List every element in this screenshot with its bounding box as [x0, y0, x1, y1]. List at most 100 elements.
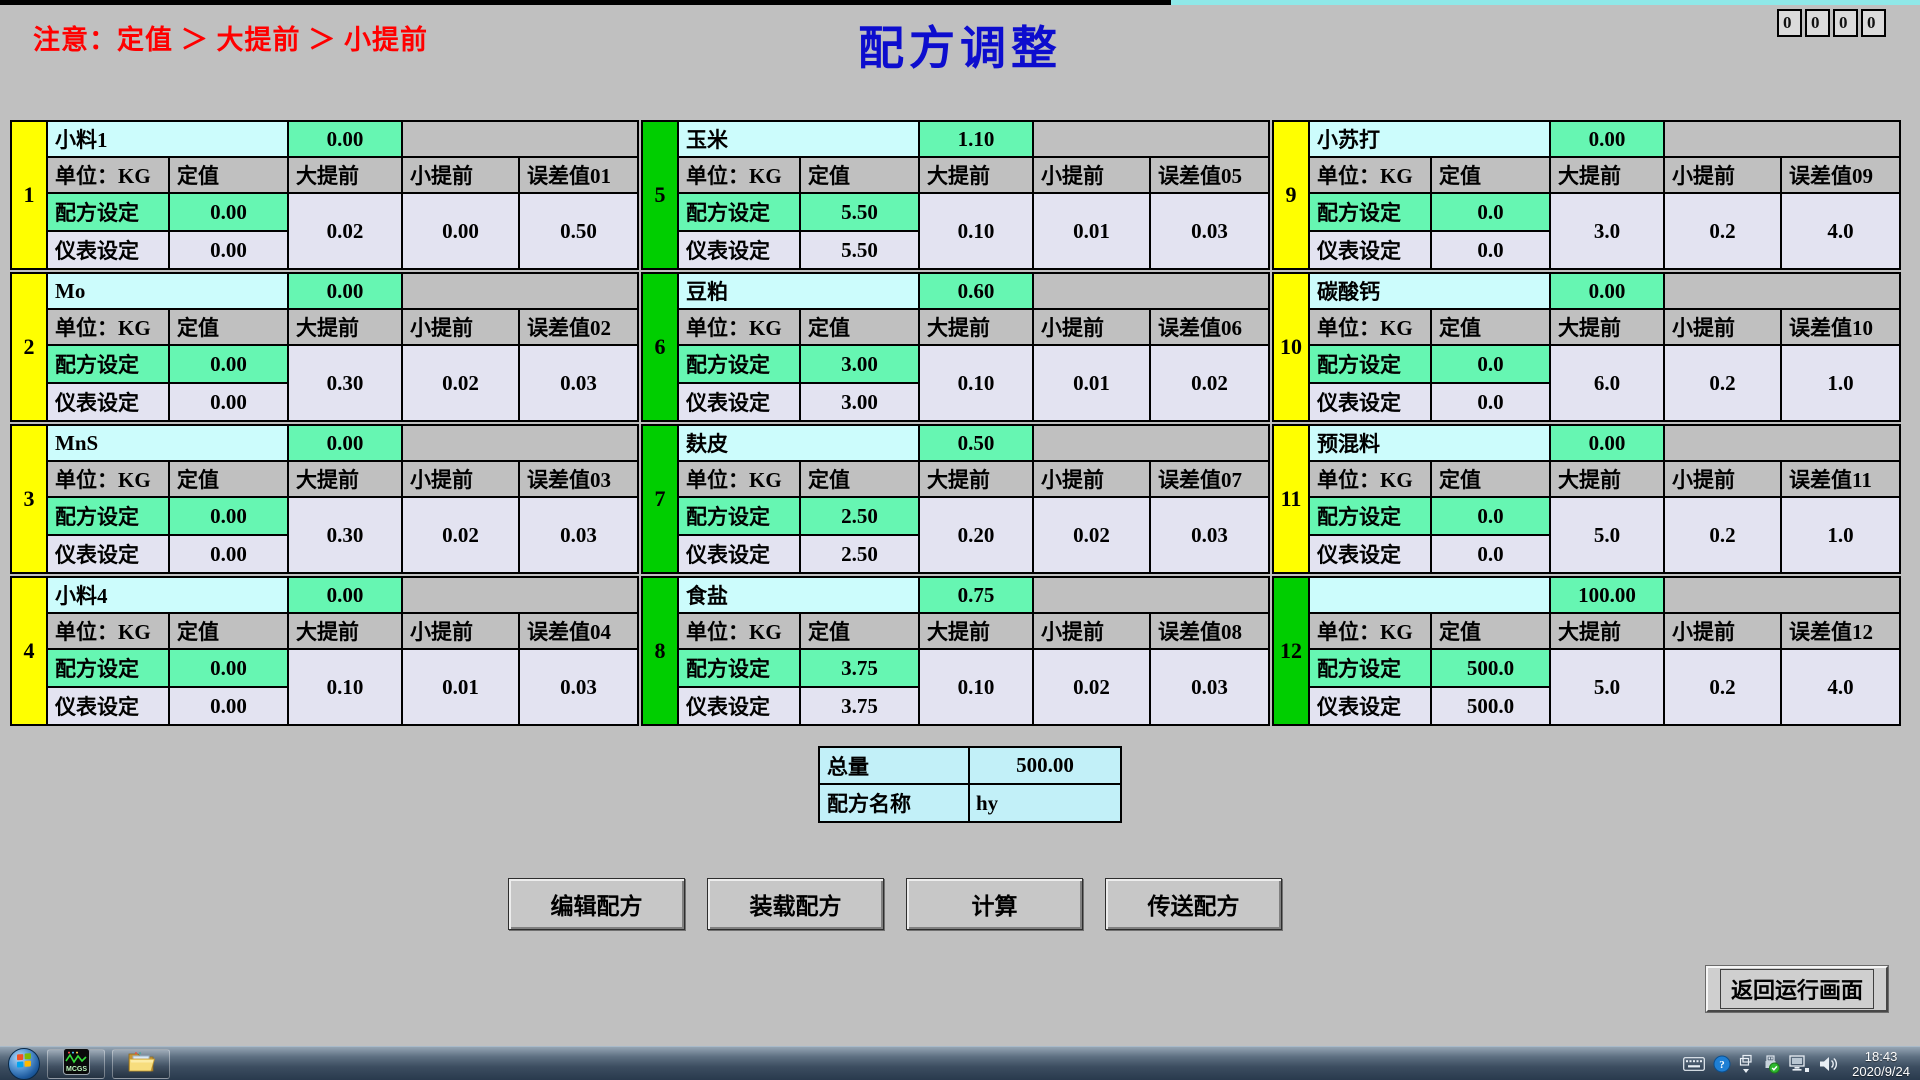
recipe-set-value-cell[interactable]: 0.00: [170, 194, 287, 230]
block-number-strip: 10: [1274, 274, 1308, 420]
recipe-set-value-cell[interactable]: 0.0: [1432, 194, 1549, 230]
volume-icon[interactable]: [1818, 1055, 1838, 1073]
error-value-cell[interactable]: 0.03: [1151, 498, 1268, 572]
recipe-set-value-cell[interactable]: 0.00: [170, 498, 287, 534]
error-value-cell[interactable]: 0.03: [520, 498, 637, 572]
help-icon[interactable]: ?: [1713, 1055, 1731, 1073]
load-recipe-button[interactable]: 装载配方: [707, 878, 884, 930]
material-top-value-cell[interactable]: 0.00: [289, 122, 401, 156]
back-to-run-screen-button[interactable]: 返回运行画面: [1706, 966, 1888, 1012]
taskbar-button-explorer[interactable]: [112, 1049, 170, 1079]
recipe-set-value-cell[interactable]: 0.00: [170, 650, 287, 686]
material-top-value-cell[interactable]: 0.50: [920, 426, 1032, 460]
small-advance-value-cell[interactable]: 0.2: [1665, 498, 1780, 572]
error-value-cell[interactable]: 0.50: [520, 194, 637, 268]
big-advance-value-cell[interactable]: 0.02: [289, 194, 401, 268]
big-advance-value-cell[interactable]: 0.20: [920, 498, 1032, 572]
small-advance-header-cell: 小提前: [1034, 614, 1149, 648]
hidden-icons-icon[interactable]: [1739, 1054, 1753, 1074]
big-advance-header-cell: 大提前: [289, 158, 401, 192]
material-top-value-cell[interactable]: 0.00: [289, 426, 401, 460]
small-advance-value-cell[interactable]: 0.01: [1034, 194, 1149, 268]
small-advance-value-cell[interactable]: 0.02: [403, 346, 518, 420]
material-top-value-cell[interactable]: 100.00: [1551, 578, 1663, 612]
error-value-cell[interactable]: 0.03: [520, 650, 637, 724]
recipe-set-value-cell[interactable]: 2.50: [801, 498, 918, 534]
big-advance-value-cell[interactable]: 0.30: [289, 346, 401, 420]
small-advance-value-cell[interactable]: 0.01: [1034, 346, 1149, 420]
calculate-button[interactable]: 计算: [906, 878, 1083, 930]
meter-set-label-cell: 仪表设定: [48, 688, 168, 724]
total-value[interactable]: 500.00: [970, 748, 1120, 783]
error-value-cell[interactable]: 1.0: [1782, 498, 1899, 572]
unit-header-cell: 单位：KG: [48, 310, 168, 344]
error-value-cell[interactable]: 1.0: [1782, 346, 1899, 420]
recipe-block: 11 预混料 0.00 单位：KG 定值 大提前 小提前 误差值11 配方设定 …: [1272, 424, 1901, 574]
big-advance-header-cell: 大提前: [1551, 158, 1663, 192]
small-advance-value-cell[interactable]: 0.02: [403, 498, 518, 572]
error-value-cell[interactable]: 0.03: [1151, 194, 1268, 268]
recipe-set-value-cell[interactable]: 0.0: [1432, 346, 1549, 382]
recipe-set-value-cell[interactable]: 5.50: [801, 194, 918, 230]
small-advance-value-cell[interactable]: 0.02: [1034, 650, 1149, 724]
taskbar-button-mcgs[interactable]: MCGS: [47, 1049, 105, 1079]
small-advance-value-cell[interactable]: 0.02: [1034, 498, 1149, 572]
fixed-value-header-cell: 定值: [1432, 462, 1549, 496]
error-value-cell[interactable]: 0.03: [520, 346, 637, 420]
send-recipe-button[interactable]: 传送配方: [1105, 878, 1282, 930]
small-advance-header-cell: 小提前: [1665, 158, 1780, 192]
recipe-set-label-cell: 配方设定: [48, 498, 168, 534]
material-top-value-cell[interactable]: 0.00: [1551, 426, 1663, 460]
small-advance-value-cell[interactable]: 0.2: [1665, 346, 1780, 420]
usb-safe-remove-icon[interactable]: [1761, 1054, 1781, 1074]
recipe-block: 4 小料4 0.00 单位：KG 定值 大提前 小提前 误差值04 配方设定 0…: [10, 576, 639, 726]
recipe-name-value[interactable]: hy: [970, 785, 1120, 821]
recipe-set-value-cell[interactable]: 0.00: [170, 346, 287, 382]
small-advance-value-cell[interactable]: 0.2: [1665, 650, 1780, 724]
keyboard-icon[interactable]: [1683, 1057, 1705, 1071]
big-advance-value-cell[interactable]: 0.30: [289, 498, 401, 572]
big-advance-value-cell[interactable]: 3.0: [1551, 194, 1663, 268]
counter-boxes: 0 0 0 0: [1777, 9, 1886, 37]
fixed-value-header-cell: 定值: [801, 310, 918, 344]
recipe-set-value-cell[interactable]: 500.0: [1432, 650, 1549, 686]
material-top-value-cell[interactable]: 0.75: [920, 578, 1032, 612]
big-advance-value-cell[interactable]: 5.0: [1551, 650, 1663, 724]
edit-recipe-button[interactable]: 编辑配方: [508, 878, 685, 930]
small-advance-value-cell[interactable]: 0.2: [1665, 194, 1780, 268]
network-icon[interactable]: [1789, 1055, 1810, 1073]
material-top-value-cell[interactable]: 0.00: [289, 274, 401, 308]
recipe-set-value-cell[interactable]: 3.00: [801, 346, 918, 382]
big-advance-value-cell[interactable]: 6.0: [1551, 346, 1663, 420]
recipe-set-value-cell[interactable]: 0.0: [1432, 498, 1549, 534]
material-top-value-cell[interactable]: 0.00: [1551, 122, 1663, 156]
counter-box: 0: [1805, 9, 1830, 37]
start-button[interactable]: [8, 1048, 40, 1080]
recipe-set-value-cell[interactable]: 3.75: [801, 650, 918, 686]
counter-box: 0: [1861, 9, 1886, 37]
big-advance-value-cell[interactable]: 0.10: [289, 650, 401, 724]
unit-header-cell: 单位：KG: [679, 462, 799, 496]
material-top-value-cell[interactable]: 0.00: [289, 578, 401, 612]
recipe-blocks-grid: 1 小料1 0.00 单位：KG 定值 大提前 小提前 误差值01 配方设定 0…: [10, 120, 1901, 726]
taskbar-clock[interactable]: 18:43 2020/9/24: [1852, 1049, 1910, 1079]
meter-set-value-cell: 0.00: [170, 688, 287, 724]
material-name-cell: 玉米: [679, 122, 918, 156]
material-top-value-cell[interactable]: 1.10: [920, 122, 1032, 156]
big-advance-value-cell[interactable]: 0.10: [920, 346, 1032, 420]
big-advance-value-cell[interactable]: 5.0: [1551, 498, 1663, 572]
big-advance-header-cell: 大提前: [1551, 310, 1663, 344]
material-top-value-cell[interactable]: 0.60: [920, 274, 1032, 308]
error-value-cell[interactable]: 0.02: [1151, 346, 1268, 420]
big-advance-value-cell[interactable]: 0.10: [920, 650, 1032, 724]
big-advance-value-cell[interactable]: 0.10: [920, 194, 1032, 268]
small-advance-value-cell[interactable]: 0.00: [403, 194, 518, 268]
material-top-value-cell[interactable]: 0.00: [1551, 274, 1663, 308]
block-number-strip: 7: [643, 426, 677, 572]
error-value-cell[interactable]: 4.0: [1782, 194, 1899, 268]
system-tray: ?: [1683, 1047, 1910, 1080]
error-value-cell[interactable]: 4.0: [1782, 650, 1899, 724]
small-advance-value-cell[interactable]: 0.01: [403, 650, 518, 724]
svg-text:?: ?: [1719, 1059, 1725, 1071]
error-value-cell[interactable]: 0.03: [1151, 650, 1268, 724]
